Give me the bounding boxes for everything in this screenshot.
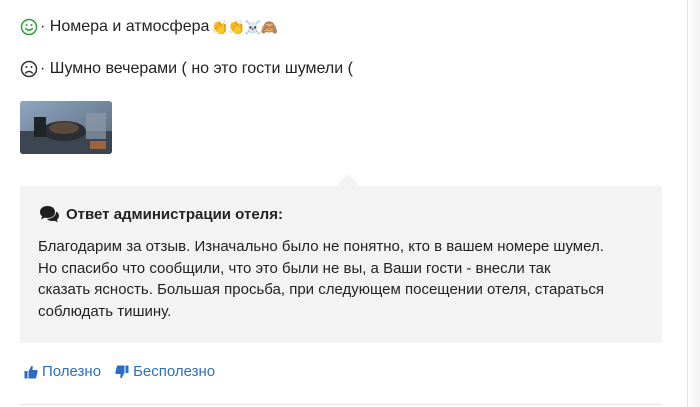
divider — [20, 404, 662, 405]
sad-face-icon — [20, 60, 38, 78]
reply-line: Но спасибо что сообщили, что это были не… — [38, 259, 551, 277]
reply-header: Ответ администрации отеля: — [38, 204, 283, 224]
admin-reply: Ответ администрации отеля: Благодарим за… — [20, 186, 662, 343]
helpful-button[interactable]: Полезно — [24, 363, 101, 380]
pros-text: · Номера и атмосфера — [40, 18, 210, 35]
chat-bubbles-icon — [38, 204, 60, 224]
reply-text: Благодарим за отзыв. Изначально было не … — [38, 236, 650, 322]
photo-thumbnail[interactable] — [20, 101, 112, 154]
vote-bar: Полезно Бесполезно — [24, 363, 215, 380]
smile-face-icon — [20, 18, 38, 36]
cons-text: · Шумно вечерами ( но это гости шумели ( — [40, 60, 353, 77]
unhelpful-label: Бесполезно — [133, 363, 216, 380]
review-pros: · Номера и атмосфера 👏👏☠️🙈 — [20, 18, 278, 36]
reply-pointer — [336, 174, 360, 186]
reply-title: Ответ администрации отеля: — [66, 205, 283, 223]
reply-line: Благодарим за отзыв. Изначально было не … — [38, 238, 604, 255]
thumbs-up-icon — [24, 365, 38, 379]
reply-line: соблюдать тишину. — [38, 302, 172, 320]
helpful-label: Полезно — [42, 363, 102, 380]
thumbs-down-icon — [115, 365, 129, 379]
unhelpful-button[interactable]: Бесполезно — [115, 363, 215, 380]
review-cons: · Шумно вечерами ( но это гости шумели ( — [20, 60, 353, 78]
pros-emoji: 👏👏☠️🙈 — [211, 18, 278, 35]
reply-line: сказать ясность. Большая просьба, при сл… — [38, 281, 604, 298]
page-right-edge — [687, 0, 700, 407]
